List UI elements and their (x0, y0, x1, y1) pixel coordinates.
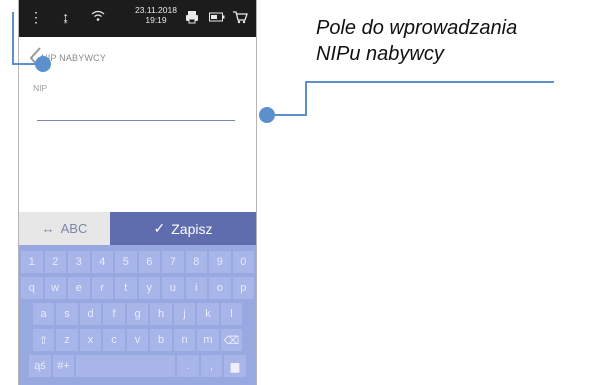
cart-icon (232, 10, 248, 26)
key-s[interactable]: s (56, 303, 78, 325)
abc-button-label: ABC (60, 221, 88, 236)
key-l[interactable]: l (220, 303, 243, 325)
key-1[interactable]: 1 (21, 251, 43, 273)
status-datetime: 23.11.2018 19:19 (126, 5, 186, 25)
key-polish-chars[interactable]: ąś (29, 355, 51, 377)
key-f[interactable]: f (103, 303, 125, 325)
hide-keyboard-icon[interactable]: ▆ (224, 355, 246, 377)
key-h[interactable]: h (150, 303, 172, 325)
callout-text: Pole do wprowadzania NIPu nabywcy (316, 15, 517, 67)
key-2[interactable]: 2 (44, 251, 66, 273)
key-w[interactable]: w (44, 277, 66, 299)
key-k[interactable]: k (197, 303, 219, 325)
callout-line-1: Pole do wprowadzania (316, 17, 518, 39)
status-time: 19:19 (145, 15, 167, 25)
key-7[interactable]: 7 (162, 251, 184, 273)
callout-dot (259, 107, 275, 123)
shift-key-icon[interactable]: ⇧ (32, 329, 55, 351)
usb-icon: ↨ (62, 9, 69, 25)
key-m[interactable]: m (197, 329, 219, 351)
title-row: NIP NABYWCY (19, 44, 256, 69)
callout-line-top (305, 81, 554, 83)
key-comma[interactable]: , (200, 355, 223, 377)
key-e[interactable]: e (68, 277, 90, 299)
keyboard-row-zxcv: ⇧ z x c v b n m ⌫ (19, 329, 256, 351)
pointer-line-left-vertical (12, 12, 14, 65)
key-6[interactable]: 6 (138, 251, 160, 273)
menu-dots-icon[interactable]: ⋮ (29, 10, 43, 24)
key-b[interactable]: b (150, 329, 172, 351)
device-screen: ⋮ ↨ 23.11.2018 19:19 NIP NABYWCY NIP ↔ A… (18, 0, 257, 385)
key-x[interactable]: x (79, 329, 102, 351)
key-q[interactable]: q (21, 277, 43, 299)
key-g[interactable]: g (126, 303, 149, 325)
key-n[interactable]: n (173, 329, 196, 351)
status-date: 23.11.2018 (135, 5, 177, 15)
abc-keyboard-toggle-button[interactable]: ↔ ABC (19, 212, 110, 245)
key-r[interactable]: r (91, 277, 113, 299)
key-5[interactable]: 5 (115, 251, 137, 273)
key-o[interactable]: o (209, 277, 231, 299)
callout-line-2: NIPu nabywcy (316, 43, 444, 65)
status-bar: ⋮ ↨ 23.11.2018 19:19 (19, 0, 256, 37)
key-period[interactable]: . (177, 355, 199, 377)
key-v[interactable]: v (126, 329, 149, 351)
key-4[interactable]: 4 (91, 251, 113, 273)
key-8[interactable]: 8 (185, 251, 207, 273)
key-c[interactable]: c (103, 329, 125, 351)
key-t[interactable]: t (115, 277, 137, 299)
keyboard: 1 2 3 4 5 6 7 8 9 0 q w e r t y u i o p … (19, 245, 256, 385)
printer-icon (185, 10, 199, 26)
key-a[interactable]: a (32, 303, 55, 325)
key-p[interactable]: p (232, 277, 254, 299)
save-button[interactable]: ✓ Zapisz (110, 212, 256, 245)
key-d[interactable]: d (79, 303, 102, 325)
key-0[interactable]: 0 (232, 251, 254, 273)
key-u[interactable]: u (162, 277, 184, 299)
keyboard-row-digits: 1 2 3 4 5 6 7 8 9 0 (19, 251, 256, 273)
battery-icon (209, 10, 225, 24)
key-z[interactable]: z (56, 329, 78, 351)
space-key[interactable] (76, 355, 176, 377)
wifi-icon (91, 10, 105, 24)
pointer-dot-left (35, 56, 51, 72)
nip-input[interactable] (37, 100, 235, 121)
key-y[interactable]: y (138, 277, 160, 299)
key-symbols[interactable]: #+ (52, 355, 75, 377)
backspace-key-icon[interactable]: ⌫ (220, 329, 243, 351)
key-3[interactable]: 3 (68, 251, 90, 273)
keyboard-row-asdf: a s d f g h j k l (19, 303, 256, 325)
key-j[interactable]: j (173, 303, 196, 325)
callout-line-vertical (305, 81, 307, 116)
keyboard-row-bottom: ąś #+ . , ▆ (19, 355, 256, 377)
nip-field-label: NIP (33, 83, 48, 93)
save-button-label: Zapisz (171, 220, 213, 237)
checkmark-icon: ✓ (153, 220, 166, 236)
key-i[interactable]: i (185, 277, 207, 299)
swap-arrows-icon: ↔ (41, 221, 55, 236)
key-9[interactable]: 9 (209, 251, 231, 273)
keyboard-row-qwerty: q w e r t y u i o p (19, 277, 256, 299)
action-bar: ↔ ABC ✓ Zapisz (19, 212, 256, 245)
